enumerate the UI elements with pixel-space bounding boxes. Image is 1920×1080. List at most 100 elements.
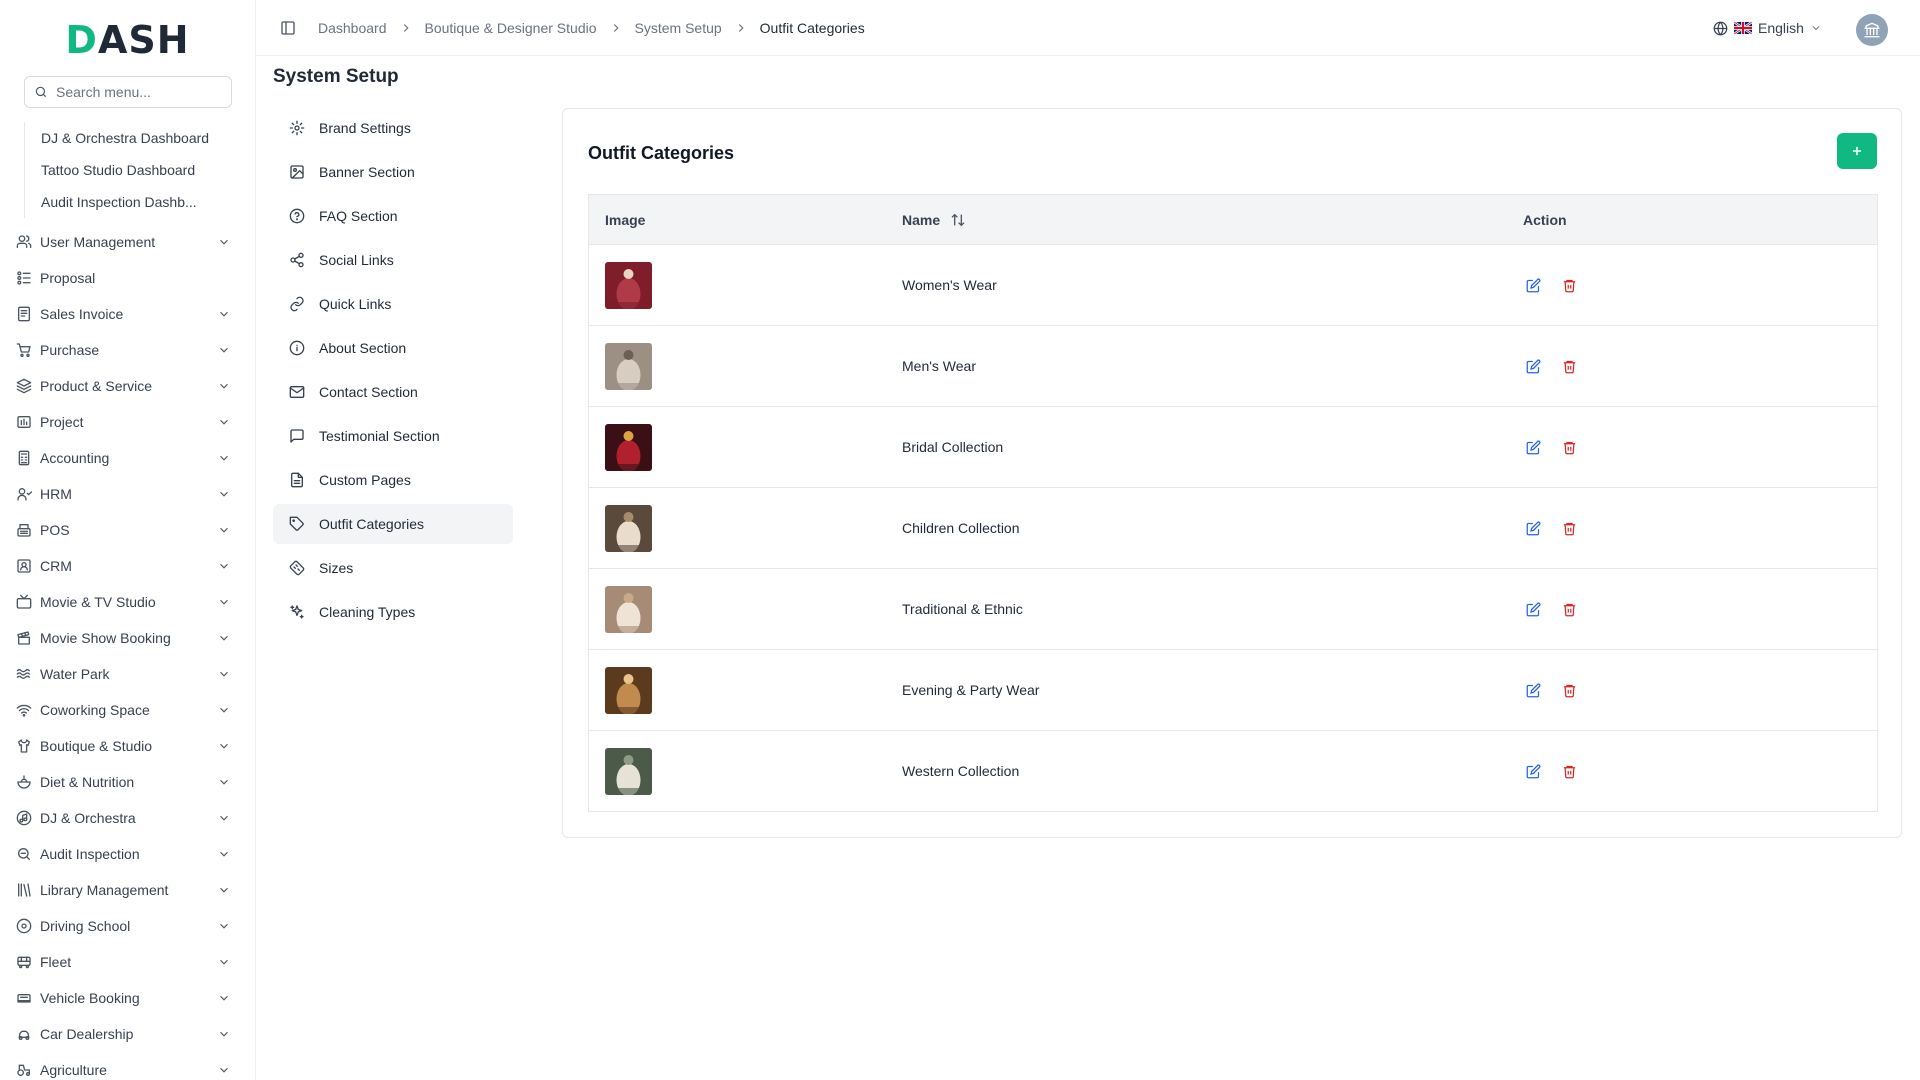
category-thumbnail [605,504,652,552]
chevron-down-icon [217,955,231,969]
tractor-icon [16,1062,32,1078]
image-cell [589,666,886,714]
sort-icon[interactable] [950,212,966,228]
setup-menu: Brand Settings Banner Section FAQ Section S… [273,108,513,636]
trash-icon[interactable] [1559,680,1579,700]
search-box[interactable] [24,76,232,108]
sidebar-item-label: User Management [40,234,156,250]
edit-icon[interactable] [1523,275,1543,295]
language-selector[interactable]: English [1713,20,1822,36]
setup-menu-item[interactable]: Outfit Categories [273,504,513,544]
setup-menu-label: Social Links [319,252,394,268]
search-zoom-icon [16,846,32,862]
trash-icon[interactable] [1559,599,1579,619]
sidebar-item[interactable]: Purchase [0,332,255,368]
setup-menu-item[interactable]: Testimonial Section [273,416,513,456]
chevron-down-icon [217,595,231,609]
sidebar-item[interactable]: Movie Show Booking [0,620,255,656]
sidebar-sub-item[interactable]: DJ & Orchestra Dashboard [41,122,221,154]
sidebar-sub-item[interactable]: Audit Inspection Dashb... [41,186,221,218]
sidebar-toggle-button[interactable] [276,16,300,40]
sidebar-item[interactable]: POS [0,512,255,548]
sidebar-item[interactable]: Sales Invoice [0,296,255,332]
breadcrumb-item[interactable]: System Setup [635,20,722,36]
search-input[interactable] [56,84,216,100]
edit-icon[interactable] [1523,599,1543,619]
chevron-down-icon [217,667,231,681]
edit-icon[interactable] [1523,680,1543,700]
chevron-down-icon [217,811,231,825]
sidebar-item[interactable]: Car Dealership [0,1016,255,1052]
sidebar-sub-item[interactable]: Tattoo Studio Dashboard [41,154,221,186]
sidebar-item[interactable]: User Management [0,224,255,260]
action-cell [1507,356,1877,376]
edit-icon[interactable] [1523,518,1543,538]
category-thumbnail [605,666,652,714]
setup-menu-item[interactable]: Sizes [273,548,513,588]
logo: DASH [0,0,255,76]
sidebar-item-label: HRM [40,486,72,502]
breadcrumb-item[interactable]: Boutique & Designer Studio [425,20,597,36]
sidebar-item[interactable]: CRM [0,548,255,584]
sidebar-item[interactable]: Audit Inspection [0,836,255,872]
sidebar-item[interactable]: Driving School [0,908,255,944]
wifi-icon [16,702,32,718]
sidebar-item[interactable]: Agriculture [0,1052,255,1080]
sidebar-item-label: Proposal [40,270,96,286]
sidebar-item[interactable]: HRM [0,476,255,512]
hrm-icon [16,486,32,502]
trash-icon[interactable] [1559,275,1579,295]
sidebar-item[interactable]: Library Management [0,872,255,908]
trash-icon[interactable] [1559,761,1579,781]
globe-icon [1713,21,1728,36]
add-category-button[interactable] [1837,133,1877,169]
column-header-image: Image [605,211,646,228]
setup-menu-item[interactable]: Social Links [273,240,513,280]
trash-icon[interactable] [1559,437,1579,457]
sidebar-item[interactable]: Project [0,404,255,440]
top-header: Dashboard Boutique & Designer Studio Syste… [256,0,1920,56]
sidebar-item[interactable]: Proposal [0,260,255,296]
page-title: System Setup [273,66,399,87]
setup-menu-label: About Section [319,340,407,356]
setup-menu-item[interactable]: Custom Pages [273,460,513,500]
edit-icon[interactable] [1523,437,1543,457]
sidebar-item[interactable]: Diet & Nutrition [0,764,255,800]
edit-icon[interactable] [1523,761,1543,781]
setup-menu-item[interactable]: Contact Section [273,372,513,412]
setup-menu-item[interactable]: Cleaning Types [273,592,513,632]
sidebar-item[interactable]: Water Park [0,656,255,692]
clapper-icon [16,630,32,646]
outfit-categories-card: Outfit Categories Image Name Action Wome… [562,108,1902,838]
trash-icon[interactable] [1559,518,1579,538]
setup-menu-item[interactable]: Brand Settings [273,108,513,148]
sidebar-item[interactable]: Movie & TV Studio [0,584,255,620]
info-icon [289,340,305,356]
sidebar-item[interactable]: Vehicle Booking [0,980,255,1016]
chevron-down-icon [1810,22,1822,34]
chevron-right-icon [399,21,413,35]
sidebar-item[interactable]: Coworking Space [0,692,255,728]
setup-menu-item[interactable]: About Section [273,328,513,368]
setup-menu-item[interactable]: Banner Section [273,152,513,192]
sidebar-item[interactable]: Accounting [0,440,255,476]
sidebar-item-label: Boutique & Studio [40,738,153,754]
chevron-down-icon [217,235,231,249]
cart-icon [16,342,32,358]
chevron-down-icon [217,919,231,933]
column-header-name-label: Name [902,211,941,228]
setup-menu-item[interactable]: Quick Links [273,284,513,324]
sidebar-item[interactable]: Boutique & Studio [0,728,255,764]
sidebar-item[interactable]: Product & Service [0,368,255,404]
setup-menu-item[interactable]: FAQ Section [273,196,513,236]
trash-icon[interactable] [1559,356,1579,376]
user-avatar[interactable] [1856,14,1888,46]
waves-icon [16,666,32,682]
sidebar-item[interactable]: DJ & Orchestra [0,800,255,836]
sidebar-item[interactable]: Fleet [0,944,255,980]
edit-icon[interactable] [1523,356,1543,376]
language-label: English [1758,20,1804,36]
column-header-name[interactable]: Name [886,212,1507,228]
mail-icon [289,384,305,400]
breadcrumb-item[interactable]: Dashboard [318,20,387,36]
